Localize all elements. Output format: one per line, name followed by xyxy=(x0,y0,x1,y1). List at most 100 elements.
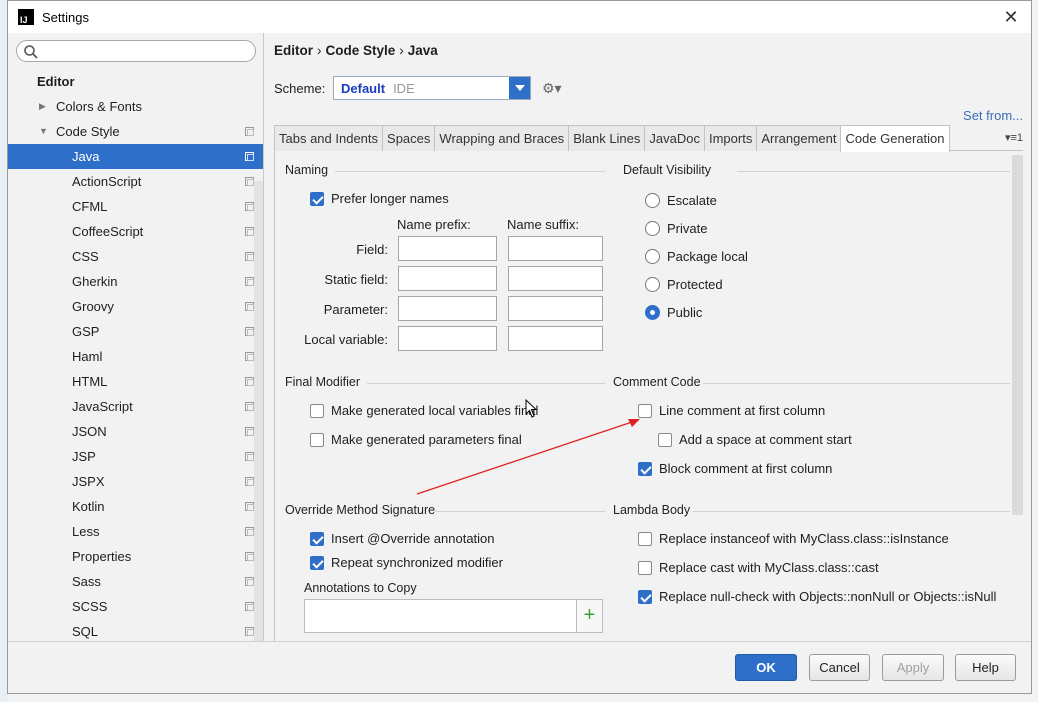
checkbox-box[interactable] xyxy=(310,403,324,418)
tree-item-sql[interactable]: SQL xyxy=(8,619,263,641)
radio-circle[interactable] xyxy=(645,277,660,292)
tree-item-haml[interactable]: Haml xyxy=(8,344,263,369)
add-space-comment-checkbox[interactable]: Add a space at comment start xyxy=(658,432,852,447)
visibility-escalate-radio[interactable]: Escalate xyxy=(645,193,717,208)
chevron-down-icon[interactable] xyxy=(509,77,530,99)
checkbox-box[interactable] xyxy=(638,560,652,575)
tree-item-gherkin[interactable]: Gherkin xyxy=(8,269,263,294)
replace-null-check-checkbox[interactable]: Replace null-check with Objects::nonNull… xyxy=(638,589,996,604)
checkbox-box[interactable] xyxy=(638,461,652,476)
checkbox-box[interactable] xyxy=(310,191,324,206)
visibility-package-local-radio[interactable]: Package local xyxy=(645,249,748,264)
radio-circle[interactable] xyxy=(645,305,660,320)
tree-section-editor[interactable]: Editor xyxy=(8,69,263,94)
visibility-private-radio[interactable]: Private xyxy=(645,221,707,236)
tab-javadoc[interactable]: JavaDoc xyxy=(644,125,705,151)
close-icon[interactable]: ✕ xyxy=(999,5,1023,29)
final-local-variables-checkbox[interactable]: Make generated local variables final xyxy=(310,403,538,418)
prefer-longer-names-checkbox[interactable]: Prefer longer names xyxy=(310,191,449,206)
field-suffix-input[interactable] xyxy=(508,236,603,261)
copy-icon xyxy=(245,327,254,336)
static-field-prefix-input[interactable] xyxy=(398,266,497,291)
checkbox-box[interactable] xyxy=(638,403,652,418)
insert-override-checkbox[interactable]: Insert @Override annotation xyxy=(310,531,495,546)
tree-item-cfml[interactable]: CFML xyxy=(8,194,263,219)
tree-item-colors-fonts[interactable]: ▶ Colors & Fonts xyxy=(8,94,263,119)
ok-button[interactable]: OK xyxy=(735,654,797,681)
tree-item-code-style[interactable]: ▼ Code Style xyxy=(8,119,263,144)
checkbox-box[interactable] xyxy=(638,589,652,604)
tab-list-menu-icon[interactable]: ▾≡1 xyxy=(1005,131,1023,144)
search-field[interactable] xyxy=(16,40,256,62)
sidebar-scrollbar[interactable] xyxy=(254,181,263,641)
copy-icon xyxy=(245,427,254,436)
radio-circle[interactable] xyxy=(645,193,660,208)
line-comment-first-column-checkbox[interactable]: Line comment at first column xyxy=(638,403,825,418)
tree-item-java[interactable]: Java xyxy=(8,144,263,169)
repeat-synchronized-checkbox[interactable]: Repeat synchronized modifier xyxy=(310,555,503,570)
radio-circle[interactable] xyxy=(645,249,660,264)
final-parameters-checkbox[interactable]: Make generated parameters final xyxy=(310,432,522,447)
tree-item-gsp[interactable]: GSP xyxy=(8,319,263,344)
cancel-button[interactable]: Cancel xyxy=(809,654,870,681)
tree-item-properties[interactable]: Properties xyxy=(8,544,263,569)
tree-item-less[interactable]: Less xyxy=(8,519,263,544)
radio-label: Public xyxy=(667,305,703,320)
chevron-right-icon[interactable]: ▶ xyxy=(39,94,46,119)
block-comment-first-column-checkbox[interactable]: Block comment at first column xyxy=(638,461,832,476)
settings-content-pane: Editor › Code Style › Java Scheme: Default I… xyxy=(265,33,1031,641)
gear-icon[interactable]: ⚙▾ xyxy=(542,80,564,96)
static-field-suffix-input[interactable] xyxy=(508,266,603,291)
field-prefix-input[interactable] xyxy=(398,236,497,261)
checkbox-box[interactable] xyxy=(310,432,324,447)
tree-item-coffeescript[interactable]: CoffeeScript xyxy=(8,219,263,244)
tree-item-json[interactable]: JSON xyxy=(8,419,263,444)
checkbox-box[interactable] xyxy=(658,432,672,447)
checkbox-label: Add a space at comment start xyxy=(679,432,852,447)
tab-blank-lines[interactable]: Blank Lines xyxy=(568,125,646,151)
local-variable-prefix-input[interactable] xyxy=(398,326,497,351)
apply-button[interactable]: Apply xyxy=(882,654,944,681)
radio-circle[interactable] xyxy=(645,221,660,236)
tab-spaces[interactable]: Spaces xyxy=(382,125,436,151)
scheme-value: Default xyxy=(341,80,386,96)
set-from-link[interactable]: Set from... xyxy=(963,108,1023,123)
add-icon[interactable]: + xyxy=(576,599,603,633)
parameter-suffix-input[interactable] xyxy=(508,296,603,321)
breadcrumb-code-style: Code Style xyxy=(325,43,396,58)
tab-arrangement[interactable]: Arrangement xyxy=(756,125,842,151)
copy-icon xyxy=(245,377,254,386)
tab-wrapping-and-braces[interactable]: Wrapping and Braces xyxy=(434,125,570,151)
search-input[interactable] xyxy=(41,43,241,59)
static-field-label: Static field: xyxy=(324,272,388,287)
parameter-prefix-input[interactable] xyxy=(398,296,497,321)
local-variable-suffix-input[interactable] xyxy=(508,326,603,351)
visibility-public-radio[interactable]: Public xyxy=(645,305,702,320)
help-button[interactable]: Help xyxy=(955,654,1016,681)
tree-item-scss[interactable]: SCSS xyxy=(8,594,263,619)
tree-item-javascript[interactable]: JavaScript xyxy=(8,394,263,419)
field-label: Field: xyxy=(356,242,388,257)
content-scrollbar[interactable] xyxy=(1012,155,1023,515)
visibility-protected-radio[interactable]: Protected xyxy=(645,277,723,292)
scheme-dropdown[interactable]: Default IDE xyxy=(333,76,531,100)
tree-item-groovy[interactable]: Groovy xyxy=(8,294,263,319)
checkbox-box[interactable] xyxy=(638,531,652,546)
tree-item-css[interactable]: CSS xyxy=(8,244,263,269)
tree-item-actionscript[interactable]: ActionScript xyxy=(8,169,263,194)
chevron-down-icon[interactable]: ▼ xyxy=(39,119,48,144)
replace-cast-checkbox[interactable]: Replace cast with MyClass.class::cast xyxy=(638,560,879,575)
tree-item-jsp[interactable]: JSP xyxy=(8,444,263,469)
tab-tabs-and-indents[interactable]: Tabs and Indents xyxy=(274,125,384,151)
annotations-list[interactable] xyxy=(304,599,577,633)
tree-item-html[interactable]: HTML xyxy=(8,369,263,394)
checkbox-box[interactable] xyxy=(310,531,324,546)
checkbox-label: Replace null-check with Objects::nonNull… xyxy=(659,589,997,604)
tab-code-generation[interactable]: Code Generation xyxy=(840,125,950,152)
tree-item-jspx[interactable]: JSPX xyxy=(8,469,263,494)
tree-item-sass[interactable]: Sass xyxy=(8,569,263,594)
replace-instanceof-checkbox[interactable]: Replace instanceof with MyClass.class::i… xyxy=(638,531,949,546)
tree-item-kotlin[interactable]: Kotlin xyxy=(8,494,263,519)
checkbox-box[interactable] xyxy=(310,555,324,570)
tab-imports[interactable]: Imports xyxy=(703,125,758,151)
